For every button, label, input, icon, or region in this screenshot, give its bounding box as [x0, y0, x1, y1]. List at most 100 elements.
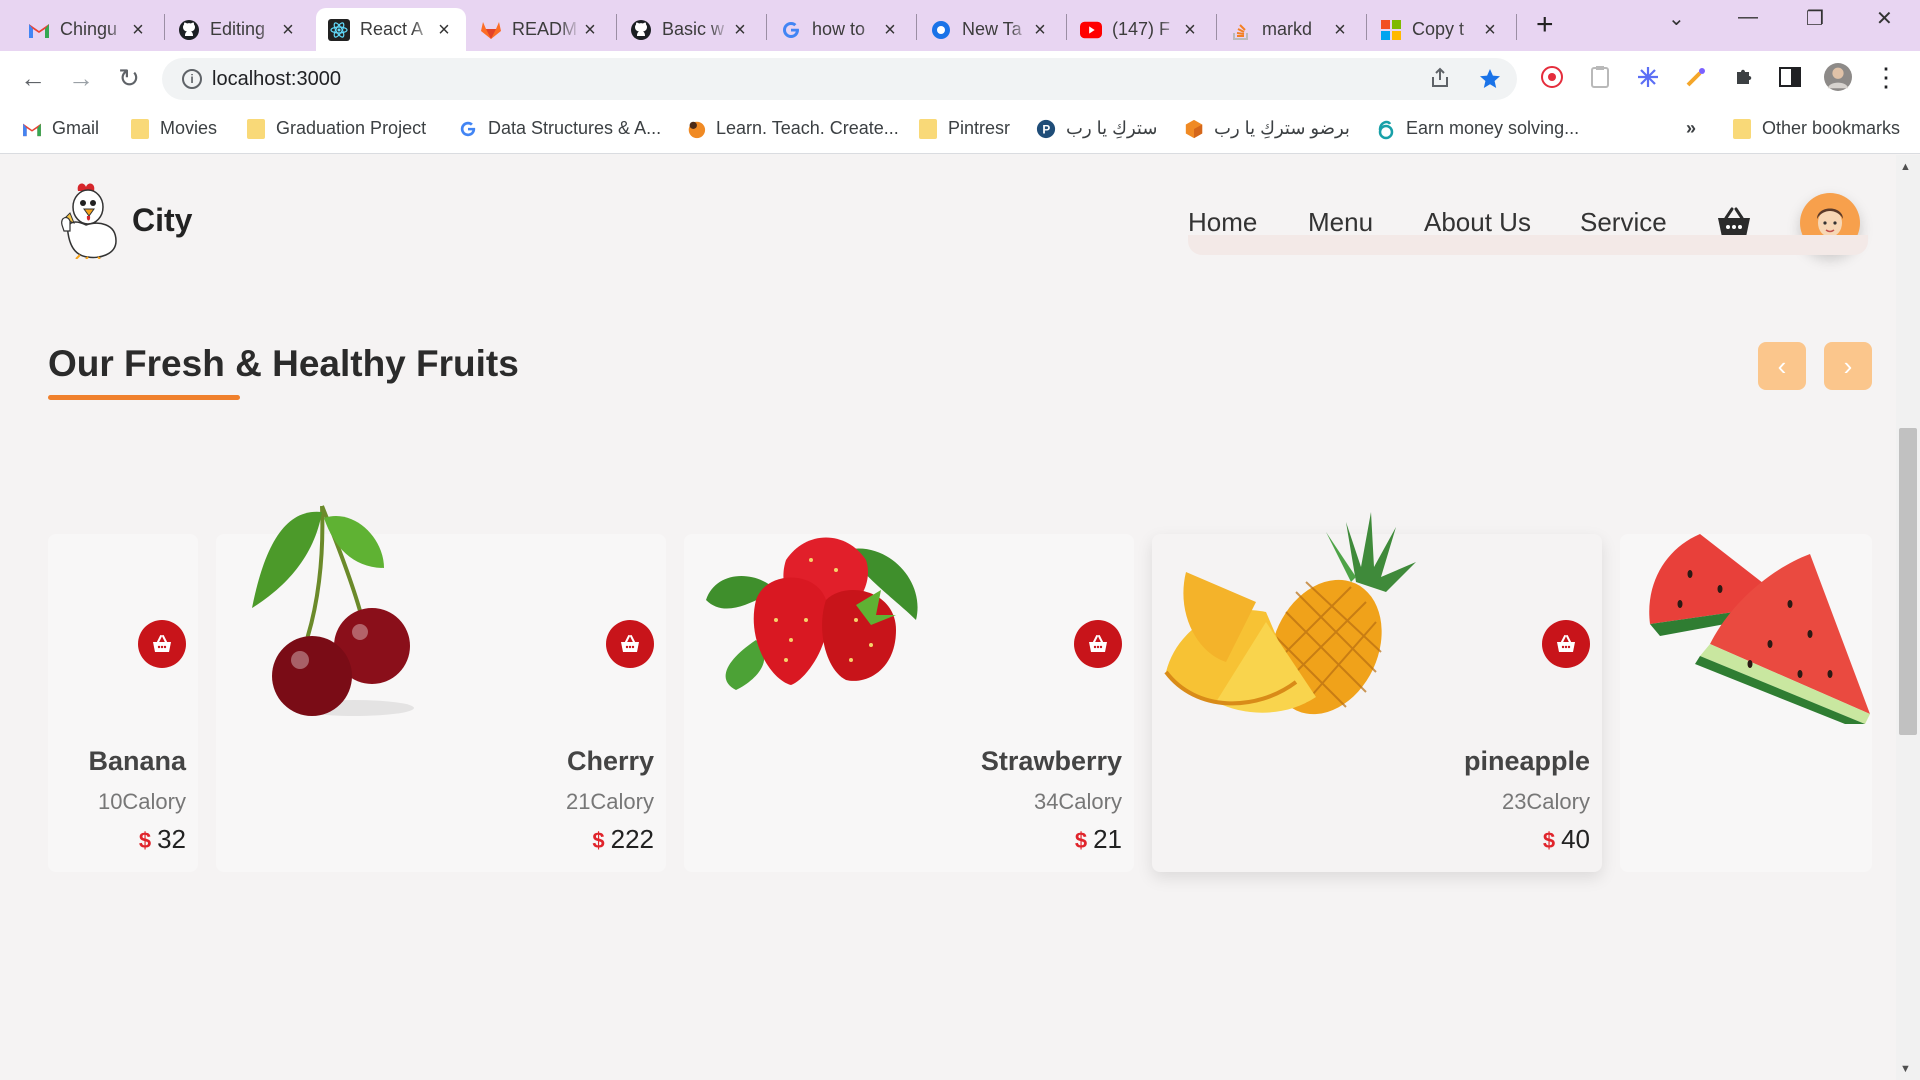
extension-record-icon[interactable]	[1538, 63, 1566, 91]
close-icon[interactable]: ×	[434, 20, 454, 40]
close-icon[interactable]: ×	[580, 20, 600, 40]
extensions-puzzle-icon[interactable]	[1730, 63, 1758, 91]
bookmark-item[interactable]: Graduation Project	[246, 118, 426, 139]
nav-link-home[interactable]: Home	[1188, 207, 1257, 238]
scrollbar-thumb[interactable]	[1899, 428, 1917, 735]
svg-text:P: P	[1042, 122, 1050, 136]
product-calories: 10Calory	[97, 789, 186, 814]
product-card[interactable]: pineapple 23Calory $40	[1152, 512, 1602, 872]
product-card[interactable]: Banana 10Calory $32	[48, 534, 198, 872]
extension-clipboard-icon[interactable]	[1586, 63, 1614, 91]
site-info-icon[interactable]: i	[182, 69, 202, 89]
browser-tab[interactable]: markd ×	[1218, 8, 1362, 51]
close-icon[interactable]: ×	[1480, 20, 1500, 40]
share-icon[interactable]	[1430, 67, 1452, 95]
title-underline	[48, 395, 240, 400]
close-icon[interactable]: ×	[128, 20, 148, 40]
cherry-image	[252, 505, 414, 716]
bookmark-item[interactable]: Data Structures & A...	[458, 118, 661, 139]
browser-tab[interactable]: Chingu ×	[16, 8, 160, 51]
minimize-icon[interactable]: —	[1738, 6, 1758, 29]
browser-tab[interactable]: how to ×	[768, 8, 912, 51]
bookmark-item[interactable]: Gmail	[22, 118, 99, 139]
price-value: 40	[1561, 824, 1590, 854]
carousel-next-button[interactable]: ›	[1824, 342, 1872, 390]
close-icon[interactable]: ×	[730, 20, 750, 40]
gitlab-icon	[480, 19, 502, 41]
browser-tab[interactable]: Copy t ×	[1368, 8, 1512, 51]
browser-tab[interactable]: (147) F ×	[1068, 8, 1212, 51]
new-tab-button[interactable]: +	[1536, 10, 1554, 40]
product-name: Strawberry	[980, 746, 1122, 776]
bookmark-item[interactable]: Learn. Teach. Create...	[686, 118, 899, 139]
site-icon	[1376, 119, 1396, 139]
scroll-down-arrow-icon[interactable]: ▼	[1900, 1063, 1911, 1075]
close-window-icon[interactable]: ✕	[1876, 6, 1893, 31]
profile-avatar-icon[interactable]	[1824, 63, 1852, 91]
back-arrow-icon[interactable]: ←	[18, 63, 48, 93]
bookmark-star-icon[interactable]	[1478, 67, 1502, 97]
price-value: 21	[1093, 824, 1122, 854]
tab-title: READM	[512, 19, 578, 39]
brand[interactable]: City	[58, 181, 192, 259]
product-name: pineapple	[1463, 746, 1590, 776]
other-bookmarks-folder[interactable]: Other bookmarks	[1732, 118, 1900, 139]
tab-separator	[1516, 14, 1517, 40]
more-bookmarks-button[interactable]: »	[1686, 118, 1696, 139]
gmail-icon	[22, 119, 42, 139]
browser-tab[interactable]: READM ×	[468, 8, 612, 51]
extension-color-picker-icon[interactable]	[1682, 63, 1710, 91]
add-to-cart-button[interactable]	[1074, 620, 1122, 668]
tab-separator	[1366, 14, 1367, 40]
watermelon-image	[1649, 534, 1870, 724]
forward-arrow-icon[interactable]: →	[66, 63, 96, 93]
product-price: $32	[139, 824, 186, 855]
bookmark-item[interactable]: Pintresr	[918, 118, 1010, 139]
chrome-icon	[930, 19, 952, 41]
bookmarks-bar: Gmail Movies Graduation Project Data Str…	[0, 106, 1920, 154]
browser-tab-active[interactable]: React A ×	[316, 8, 466, 51]
bookmark-item[interactable]: Movies	[130, 118, 217, 139]
bookmark-label: Gmail	[52, 118, 100, 138]
close-icon[interactable]: ×	[880, 20, 900, 40]
currency-symbol: $	[138, 828, 152, 853]
bookmark-item[interactable]: برضو ستركِ يا رب	[1184, 118, 1350, 139]
address-bar[interactable]: i localhost:3000	[162, 58, 1517, 100]
product-calories: 34Calory	[1033, 789, 1122, 814]
carousel-prev-button[interactable]: ‹	[1758, 342, 1806, 390]
browser-tab[interactable]: Editing ×	[166, 8, 310, 51]
bookmark-label: ستركِ يا رب	[1066, 118, 1158, 138]
product-card[interactable]	[1620, 534, 1872, 872]
product-card[interactable]: Cherry 21Calory $222	[216, 505, 666, 872]
close-icon[interactable]: ×	[1030, 20, 1050, 40]
close-icon[interactable]: ×	[278, 20, 298, 40]
scroll-up-arrow-icon[interactable]: ▲	[1900, 161, 1911, 173]
price-value: 32	[157, 824, 186, 854]
bookmark-item[interactable]: P ستركِ يا رب	[1036, 118, 1157, 139]
add-to-cart-button[interactable]	[606, 620, 654, 668]
github-icon	[630, 19, 652, 41]
url-text[interactable]: localhost:3000	[212, 68, 341, 91]
side-panel-icon[interactable]	[1776, 63, 1804, 91]
bookmark-item[interactable]: Earn money solving...	[1376, 118, 1579, 139]
add-to-cart-button[interactable]	[1542, 620, 1590, 668]
browser-tab[interactable]: Basic w ×	[618, 8, 762, 51]
restore-icon[interactable]: ❐	[1806, 6, 1824, 31]
close-icon[interactable]: ×	[1330, 20, 1350, 40]
web-page: City Home Menu About Us Service Our Fres…	[0, 155, 1920, 1080]
microsoft-icon	[1380, 19, 1402, 41]
tab-search-icon[interactable]: ⌄	[1668, 6, 1685, 31]
add-to-cart-button[interactable]	[138, 620, 186, 668]
nav-link-about-us[interactable]: About Us	[1424, 207, 1531, 238]
box-icon	[1184, 119, 1204, 139]
product-card[interactable]: Strawberry 34Calory $21	[684, 534, 1134, 872]
nav-link-menu[interactable]: Menu	[1308, 207, 1373, 238]
close-icon[interactable]: ×	[1180, 20, 1200, 40]
browser-tab[interactable]: New Ta ×	[918, 8, 1062, 51]
tab-title: markd	[1262, 19, 1313, 39]
reload-icon[interactable]: ↻	[114, 63, 144, 93]
menu-kebab-icon[interactable]: ⋮	[1872, 62, 1900, 92]
basket-icon	[1089, 635, 1107, 652]
nav-link-service[interactable]: Service	[1580, 207, 1667, 238]
extension-snowflake-icon[interactable]	[1634, 63, 1662, 91]
